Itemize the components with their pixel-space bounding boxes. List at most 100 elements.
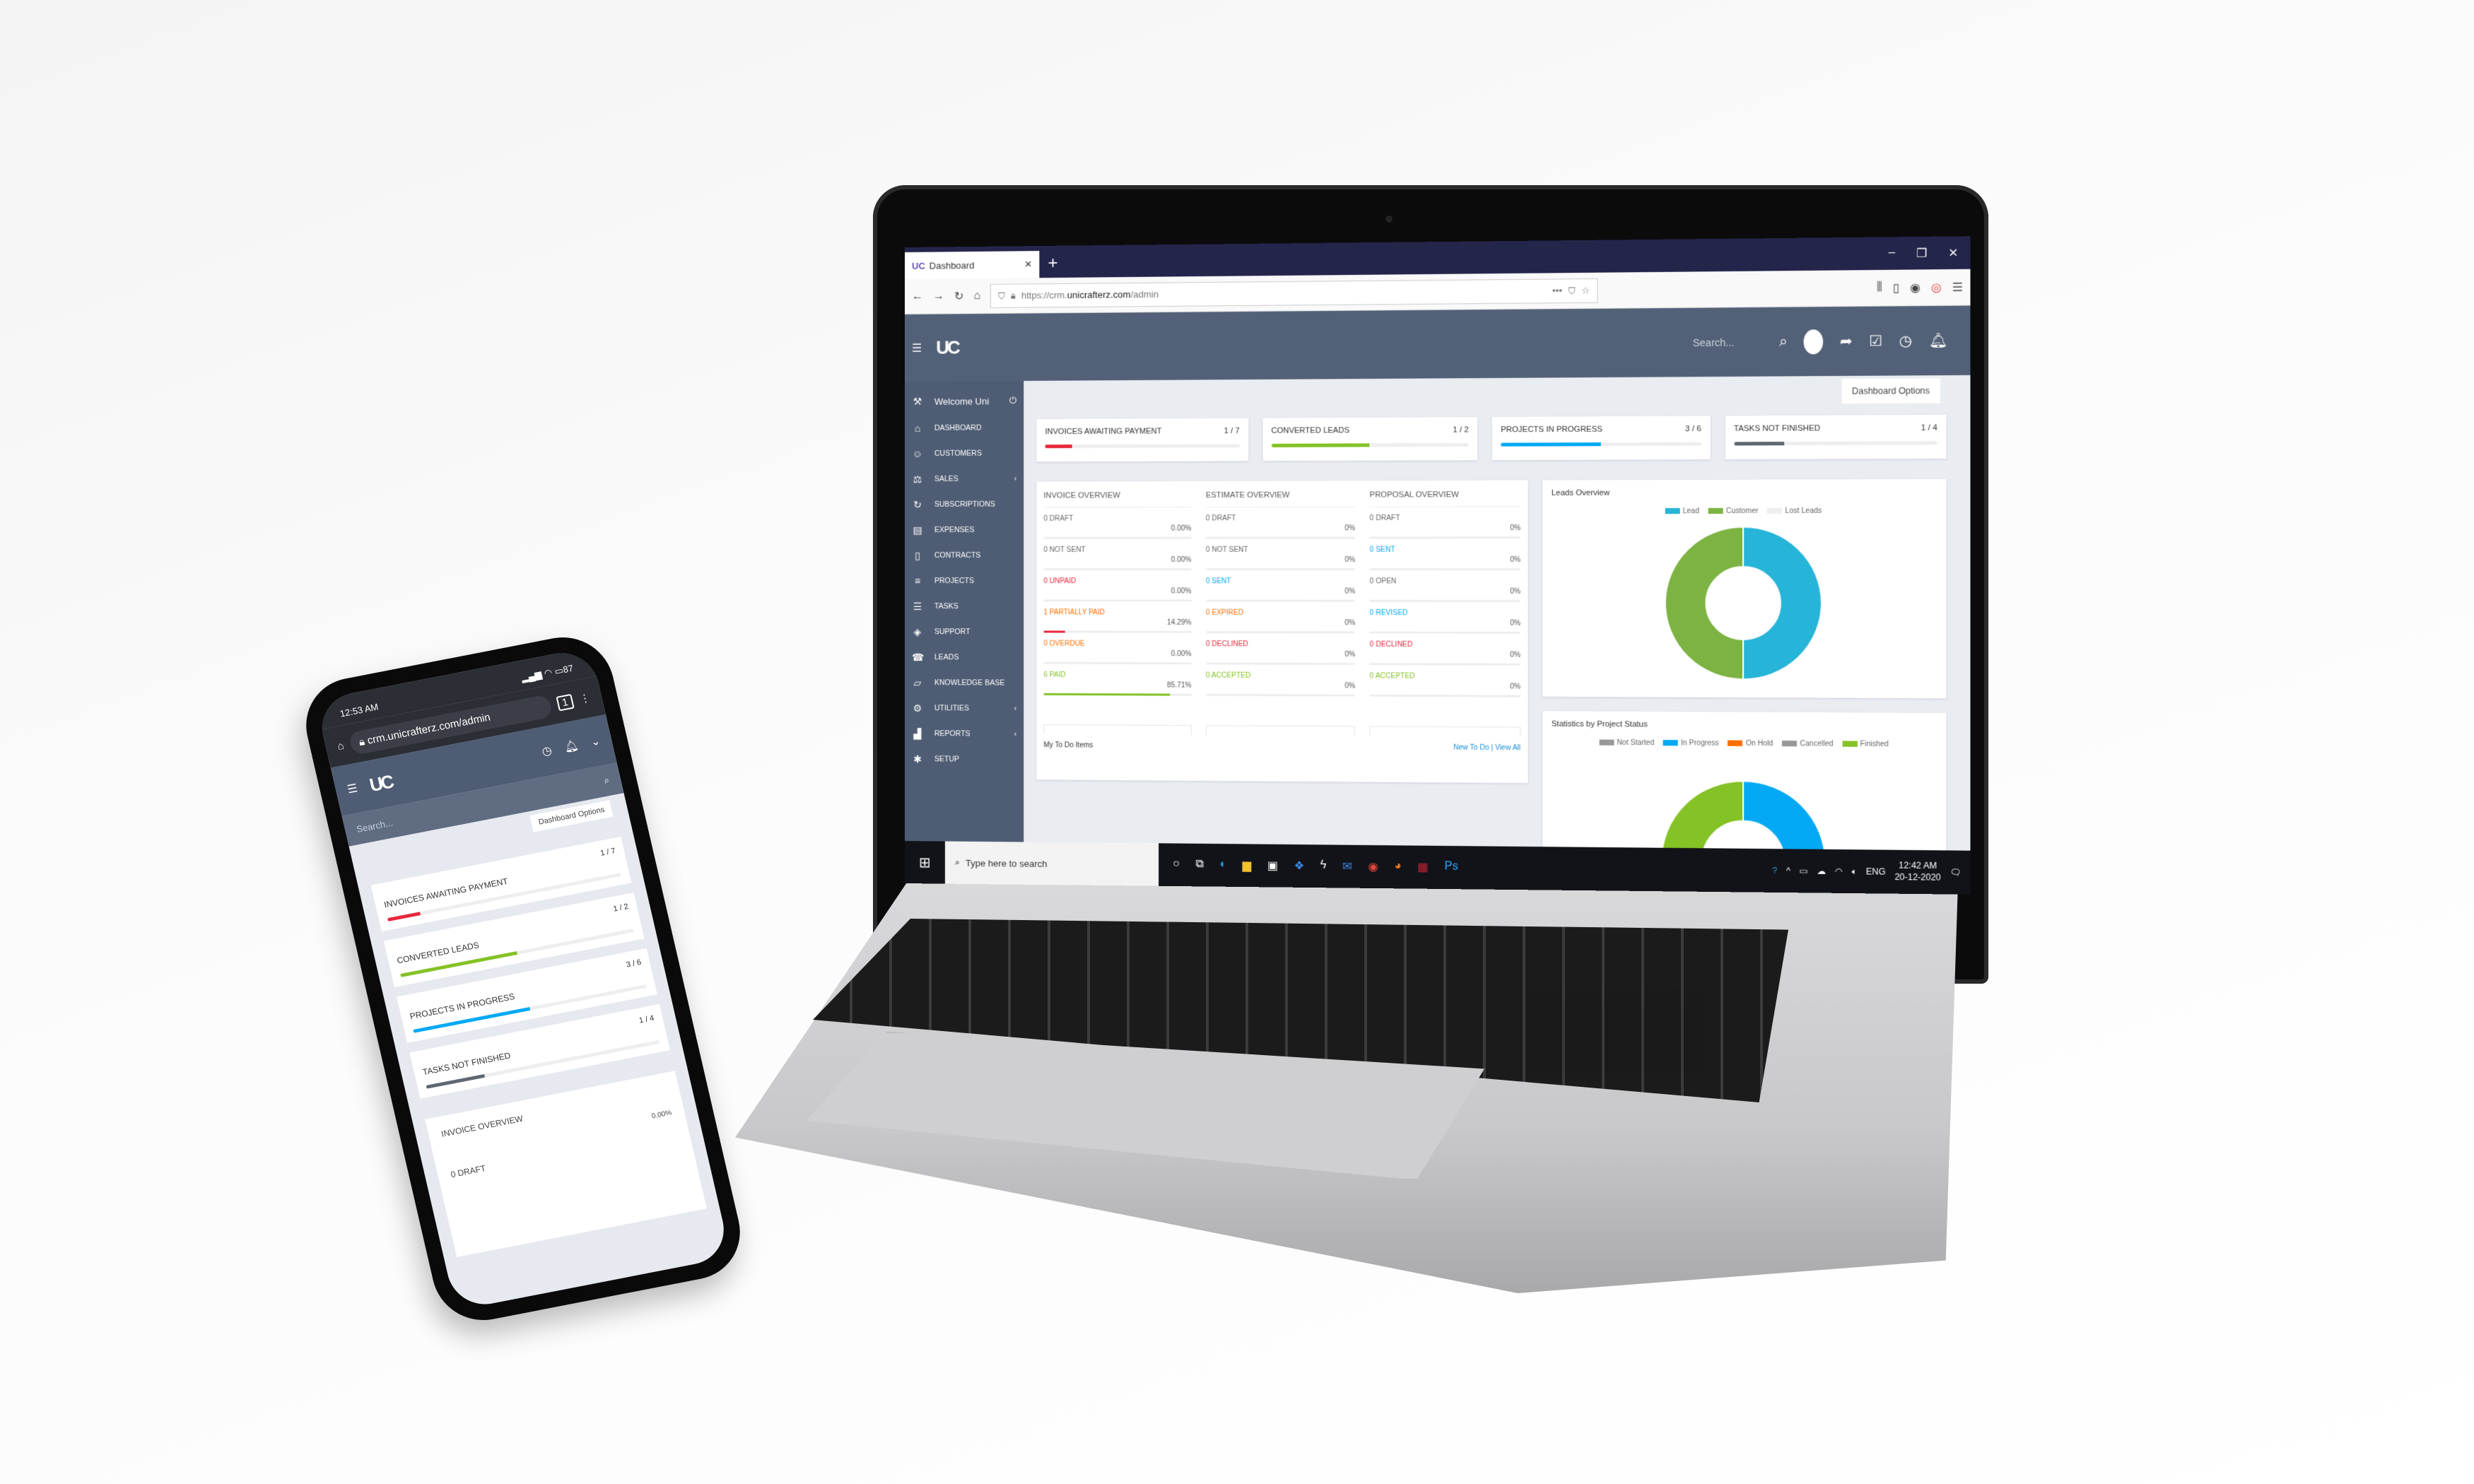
close-window-icon[interactable]: ✕ bbox=[1948, 246, 1958, 261]
forward-icon[interactable]: → bbox=[933, 290, 944, 302]
sidebar-item-contracts[interactable]: ▯ CONTRACTS bbox=[905, 543, 1024, 568]
language-indicator[interactable]: ENG bbox=[1866, 866, 1886, 877]
taskbar-search[interactable]: ⌕ Type here to search bbox=[944, 841, 1159, 886]
windows-start-icon[interactable]: ⊞ bbox=[905, 854, 945, 872]
todo-check-icon[interactable]: ☑ bbox=[1869, 332, 1882, 351]
kpi-card[interactable]: TASKS NOT FINISHED 1 / 4 bbox=[1725, 414, 1947, 460]
account-icon[interactable]: ◉ bbox=[1910, 280, 1921, 295]
legend-item[interactable]: Lost Leads bbox=[1767, 507, 1822, 515]
sidebar-item-setup[interactable]: ✱ SETUP bbox=[905, 746, 1024, 772]
clock-icon[interactable]: ◷ bbox=[541, 743, 553, 759]
overview-row[interactable]: 0 ACCEPTED 0% bbox=[1205, 671, 1356, 703]
logo[interactable]: UC bbox=[936, 336, 958, 358]
network-device-icon[interactable]: ▭ bbox=[1800, 866, 1808, 876]
sidebar-item-tasks[interactable]: ☰ TASKS bbox=[905, 594, 1024, 619]
extension-icon[interactable]: ◎ bbox=[1931, 280, 1942, 295]
legend-item[interactable]: Customer bbox=[1708, 507, 1759, 515]
power-icon[interactable]: ⏻ bbox=[1009, 395, 1016, 406]
home-icon[interactable]: ⌂ bbox=[973, 290, 980, 302]
reload-icon[interactable]: ↻ bbox=[954, 289, 963, 303]
overview-row[interactable]: 0 DRAFT 0.00% bbox=[1043, 514, 1192, 546]
bell-icon[interactable]: 🔔︎ bbox=[1928, 331, 1947, 350]
sidebar-item-dashboard[interactable]: ⌂ DASHBOARD bbox=[905, 415, 1024, 441]
avatar[interactable] bbox=[1804, 329, 1824, 354]
legend-item[interactable]: Cancelled bbox=[1782, 740, 1833, 748]
store-icon[interactable]: ▣ bbox=[1267, 859, 1278, 873]
tabs-count-button[interactable]: 1 bbox=[555, 693, 575, 712]
chevron-down-icon[interactable]: ⌄ bbox=[590, 734, 602, 749]
sidebar-item-expenses[interactable]: ▤ EXPENSES bbox=[905, 517, 1024, 543]
home-icon[interactable]: ⌂ bbox=[336, 739, 345, 752]
pocket-icon[interactable]: ⛉ bbox=[1569, 285, 1576, 296]
sidebar-item-subscriptions[interactable]: ↻ SUBSCRIPTIONS bbox=[905, 492, 1024, 517]
file-explorer-icon[interactable]: ▆ bbox=[1243, 859, 1252, 873]
search-icon[interactable]: ⌕ bbox=[603, 775, 611, 787]
hamburger-icon[interactable]: ☰ bbox=[346, 781, 359, 796]
overview-row[interactable]: 0 NOT SENT 0.00% bbox=[1043, 546, 1192, 577]
overview-row[interactable]: 0 REVISED 0% bbox=[1369, 609, 1521, 641]
view-all-link[interactable]: | View All bbox=[1491, 744, 1521, 752]
overview-row[interactable]: 1 PARTIALLY PAID 14.29% bbox=[1043, 608, 1192, 640]
help-icon[interactable]: ? bbox=[1772, 866, 1777, 876]
overview-row[interactable]: 6 PAID 85.71% bbox=[1043, 671, 1192, 703]
logo[interactable]: UC bbox=[368, 770, 394, 796]
phone-search-input[interactable]: Search... bbox=[356, 817, 394, 835]
cortana-icon[interactable]: ○ bbox=[1173, 858, 1180, 872]
photoshop-icon[interactable]: Ps bbox=[1444, 860, 1458, 875]
edge-icon[interactable]: ◐ bbox=[1219, 858, 1226, 872]
sidebar-item-sales[interactable]: ⚖ SALES ‹ bbox=[905, 466, 1024, 492]
sidebar-icon[interactable]: ▯ bbox=[1893, 281, 1899, 295]
sidebar-item-utilities[interactable]: ⚙ UTILITIES ‹ bbox=[905, 695, 1024, 722]
search-icon[interactable]: ⌕ bbox=[1779, 334, 1788, 351]
sidebar-item-knowledge-base[interactable]: ▱ KNOWLEDGE BASE bbox=[905, 670, 1024, 696]
sidebar-item-reports[interactable]: ▟ REPORTS ‹ bbox=[905, 721, 1024, 747]
winrar-icon[interactable]: ▦ bbox=[1417, 860, 1429, 874]
donut-slice-customer[interactable] bbox=[1665, 527, 1743, 680]
lightning-icon[interactable]: ϟ bbox=[1320, 859, 1327, 873]
clock[interactable]: 12:42 AM 20-12-2020 bbox=[1894, 861, 1940, 884]
restore-icon[interactable]: ❐ bbox=[1916, 246, 1927, 261]
overview-row[interactable]: 0 ACCEPTED 0% bbox=[1369, 672, 1521, 705]
address-bar[interactable]: ⛉ 🔒︎ https://crm.unicrafterz.com/admin ••• ⛉… bbox=[990, 278, 1598, 308]
dashboard-options-button[interactable]: Dashboard Options bbox=[1841, 378, 1940, 404]
clock-icon[interactable]: ◷ bbox=[1899, 331, 1912, 350]
hamburger-icon[interactable]: ☰ bbox=[912, 341, 922, 355]
firefox-icon[interactable]: ◕ bbox=[1395, 860, 1402, 874]
legend-item[interactable]: Not Started bbox=[1599, 738, 1654, 747]
sidebar-item-customers[interactable]: ☺ CUSTOMERS bbox=[905, 440, 1024, 466]
legend-item[interactable]: Finished bbox=[1842, 740, 1889, 748]
back-icon[interactable]: ← bbox=[912, 290, 923, 302]
donut-slice-lead[interactable] bbox=[1743, 526, 1822, 679]
more-icon[interactable]: ••• bbox=[1552, 285, 1562, 296]
sidebar-welcome[interactable]: ⚒ Welcome Uni ⏻ bbox=[905, 387, 1024, 416]
wifi-icon[interactable]: ◠ bbox=[1835, 866, 1843, 877]
kpi-card[interactable]: INVOICES AWAITING PAYMENT 1 / 7 bbox=[1036, 418, 1248, 462]
notification-icon[interactable]: 🗨︎ bbox=[1950, 867, 1962, 878]
dropbox-icon[interactable]: ❖ bbox=[1294, 859, 1305, 873]
overview-row[interactable]: 0 DECLINED 0% bbox=[1369, 641, 1521, 673]
library-icon[interactable]: ⫼ bbox=[1877, 281, 1882, 295]
volume-icon[interactable]: 🔈︎ bbox=[1852, 866, 1858, 877]
minimize-icon[interactable]: – bbox=[1889, 247, 1895, 261]
kpi-card[interactable]: PROJECTS IN PROGRESS 3 / 6 bbox=[1491, 416, 1711, 461]
overview-row[interactable]: 0 EXPIRED 0% bbox=[1205, 609, 1356, 641]
new-tab-button[interactable]: + bbox=[1039, 254, 1066, 278]
overview-row[interactable]: 0 SENT 0% bbox=[1369, 546, 1521, 577]
overview-row[interactable]: 0 SENT 0% bbox=[1205, 577, 1356, 609]
legend-item[interactable]: In Progress bbox=[1663, 739, 1719, 748]
bookmark-star-icon[interactable]: ☆ bbox=[1581, 285, 1590, 296]
sidebar-item-projects[interactable]: ≡ PROJECTS bbox=[905, 568, 1024, 594]
legend-item[interactable]: Lead bbox=[1665, 507, 1699, 515]
overview-row[interactable]: 0 DRAFT 0% bbox=[1369, 514, 1521, 546]
chevron-up-icon[interactable]: ^ bbox=[1786, 866, 1790, 876]
search-input[interactable]: Search... bbox=[1693, 336, 1735, 348]
browser-tab[interactable]: UC Dashboard ✕ bbox=[905, 251, 1040, 279]
overview-row[interactable]: 0 OPEN 0% bbox=[1369, 577, 1521, 609]
more-vert-icon[interactable]: ⋮ bbox=[578, 691, 592, 705]
sidebar-item-leads[interactable]: ☎ LEADS bbox=[905, 644, 1024, 671]
bell-icon[interactable]: 🔔︎ bbox=[563, 738, 580, 754]
cloud-icon[interactable]: ☁ bbox=[1817, 866, 1826, 876]
overview-row[interactable]: 0 UNPAID 0.00% bbox=[1043, 577, 1192, 608]
overview-row[interactable]: 0 NOT SENT 0% bbox=[1205, 546, 1356, 578]
chrome-icon[interactable]: ◉ bbox=[1368, 859, 1378, 873]
